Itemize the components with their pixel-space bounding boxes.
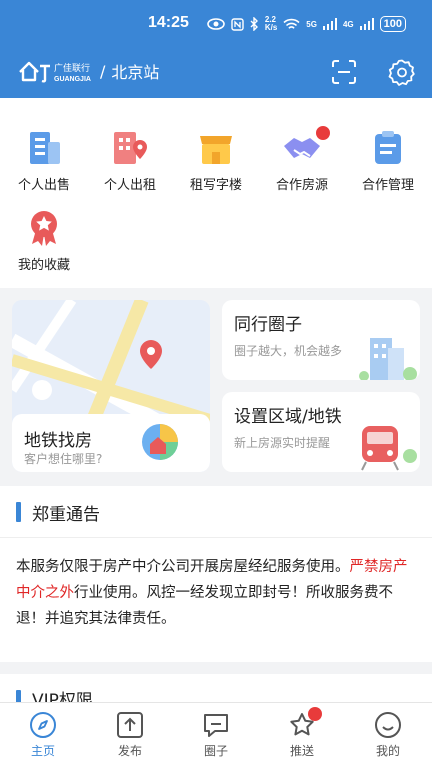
area-card[interactable]: 设置区域/地铁 新上房源实时提醒 — [222, 392, 420, 472]
status-time: 14:25 — [148, 14, 189, 31]
circle-card-title: 同行圈子 — [234, 315, 302, 335]
wifi-icon — [283, 18, 300, 29]
net-speed-unit: K/s — [264, 23, 278, 32]
station-selector[interactable]: 北京站 — [111, 59, 159, 83]
circle-card-subtitle: 圈子越大，机会越多 — [234, 344, 343, 358]
brand-en: GUANGJIA — [54, 76, 91, 83]
nav-publish-label: 发布 — [117, 744, 142, 758]
notice-section: 郑重通告 本服务仅限于房产中介公司开展房屋经纪服务使用。严禁房产中介之外行业使用… — [0, 486, 432, 662]
quick-label-coop-listing: 合作房源 — [275, 178, 328, 193]
nav-home[interactable]: 主页 — [13, 711, 73, 759]
notice-text: 本服务仅限于房产中介公司开展房屋经纪服务使用。严禁房产中介之外行业使用。风控一经… — [16, 554, 416, 632]
notice-title: 郑重通告 — [32, 505, 100, 525]
nav-circle[interactable]: 圈子 — [186, 711, 246, 759]
quick-item-sell[interactable]: 个人出售 — [4, 128, 84, 193]
quick-label-office: 租写字楼 — [189, 178, 242, 193]
metro-card[interactable]: 地铁找房 客户想住哪里? — [12, 300, 210, 472]
quick-label-rent: 个人出租 — [103, 178, 156, 193]
quick-item-favorites[interactable]: 我的收藏 — [4, 208, 84, 273]
metro-card-title: 地铁找房 — [24, 431, 92, 451]
area-card-subtitle: 新上房源实时提醒 — [234, 436, 331, 450]
metro-card-subtitle: 客户想住哪里? — [24, 452, 103, 466]
area-card-title: 设置区域/地铁 — [234, 407, 342, 427]
shop-icon — [200, 136, 232, 164]
nfc-icon — [231, 17, 244, 31]
notice-header: 郑重通告 — [0, 486, 432, 538]
brand: 广佳联行 GUANGJIA / 北京站 — [18, 58, 159, 84]
gear-icon[interactable] — [388, 58, 416, 86]
bottom-nav: 主页 发布 圈子 推送 我的 — [0, 702, 432, 768]
quick-item-coop-listing[interactable]: 合作房源 — [262, 128, 342, 193]
scan-icon[interactable] — [330, 58, 358, 86]
quick-label-favorites: 我的收藏 — [17, 258, 70, 273]
battery-indicator: 100 — [379, 16, 406, 32]
brand-cn: 广佳联行 — [54, 62, 90, 74]
quick-item-rent[interactable]: 个人出租 — [90, 128, 170, 193]
clipboard-icon — [375, 131, 401, 164]
smile-icon — [375, 712, 401, 738]
building-icon — [30, 132, 60, 164]
notice-text-before: 本服务仅限于房产中介公司开展房屋经纪服务使用。 — [16, 559, 350, 575]
net-speed: 2.2 K/s — [265, 16, 277, 32]
compass-icon — [30, 712, 56, 738]
train-icon — [361, 426, 417, 471]
bluetooth-icon — [250, 17, 258, 31]
network-type: 5G — [306, 19, 317, 29]
brand-separator: / — [100, 61, 106, 81]
eye-icon — [207, 18, 225, 30]
badge-dot — [316, 126, 330, 140]
quick-item-coop-manage[interactable]: 合作管理 — [348, 128, 428, 193]
nav-push[interactable]: 推送 — [272, 711, 332, 759]
nav-push-label: 推送 — [289, 744, 314, 758]
building-pin-icon — [114, 132, 147, 164]
header-bar: 14:25 2.2 K/s 5G 4G 100 广佳联行 GUANGJIA / … — [0, 0, 432, 98]
badge-dot — [308, 707, 322, 721]
quick-grid: 个人出售 个人出租 租写字楼 合作房源 合作管理 我的收藏 — [0, 98, 432, 288]
section-accent-bar — [16, 502, 21, 522]
nav-circle-label: 圈子 — [203, 744, 228, 758]
nav-home-label: 主页 — [30, 744, 55, 758]
brand-logo: 广佳联行 GUANGJIA — [19, 61, 91, 83]
feature-cards: 地铁找房 客户想住哪里? 同行圈子 圈子越大，机会越多 设置区域/地铁 新上房源… — [0, 288, 432, 486]
signal-icon — [322, 18, 337, 30]
quick-label-sell: 个人出售 — [17, 178, 70, 193]
ribbon-star-icon — [31, 211, 57, 246]
circle-card[interactable]: 同行圈子 圈子越大，机会越多 — [222, 300, 420, 380]
nav-publish[interactable]: 发布 — [100, 711, 160, 759]
city-buildings-icon — [359, 338, 417, 380]
quick-label-coop-manage: 合作管理 — [361, 178, 414, 193]
signal-type: 4G — [342, 19, 354, 29]
upload-icon — [117, 712, 143, 738]
status-icons: 2.2 K/s 5G 4G 100 — [207, 16, 406, 32]
house-pie-icon — [142, 424, 178, 460]
quick-item-office[interactable]: 租写字楼 — [176, 128, 256, 193]
nav-mine[interactable]: 我的 — [358, 711, 418, 759]
metro-card-label: 地铁找房 客户想住哪里? — [12, 414, 210, 472]
status-bar: 14:25 2.2 K/s 5G 4G 100 — [0, 0, 432, 50]
signal-icon-2 — [359, 18, 374, 30]
chat-icon — [204, 714, 228, 737]
nav-mine-label: 我的 — [375, 744, 400, 758]
